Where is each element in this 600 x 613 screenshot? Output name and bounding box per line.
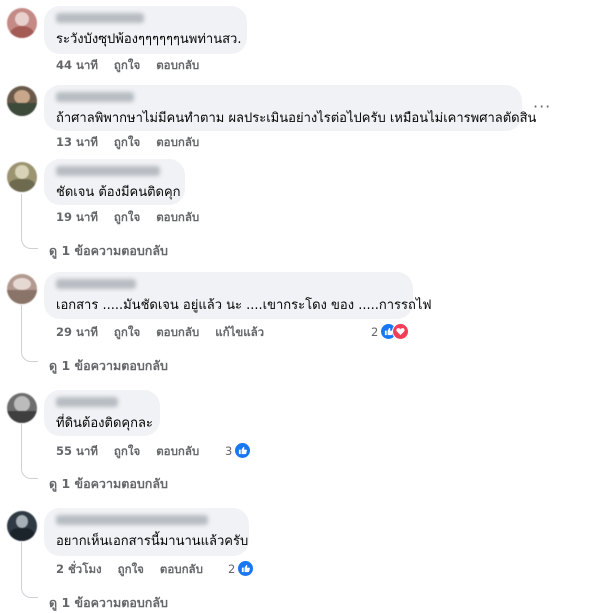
thread-line bbox=[21, 194, 38, 249]
comment-actions: 13 นาที ถูกใจ ตอบกลับ bbox=[56, 134, 215, 152]
comment-actions: 44 นาที ถูกใจ ตอบกลับ bbox=[56, 57, 215, 75]
comment-actions: 29 นาที ถูกใจ ตอบกลับ แก้ไขแล้ว bbox=[56, 324, 280, 342]
reply-button[interactable]: ตอบกลับ bbox=[156, 209, 199, 227]
comment-text: ถ้าศาลพิพากษาไม่มีคนทำตาม ผลประเมินอย่าง… bbox=[56, 111, 537, 126]
reply-button[interactable]: ตอบกลับ bbox=[156, 324, 199, 342]
comment-bubble: ระวังบังซุปพ้องๆๆๆๆๆๆนพท่านสว. bbox=[44, 6, 247, 54]
reaction-count: 3 bbox=[225, 443, 233, 458]
timestamp-link[interactable]: 29 นาที bbox=[56, 324, 98, 342]
like-button[interactable]: ถูกใจ bbox=[114, 134, 140, 152]
author-name-blurred[interactable] bbox=[56, 166, 160, 176]
avatar[interactable] bbox=[7, 8, 37, 38]
avatar[interactable] bbox=[7, 274, 37, 304]
comment-actions: 2 ชั่วโมง ถูกใจ ตอบกลับ bbox=[56, 561, 219, 579]
avatar[interactable] bbox=[7, 86, 37, 116]
comment-bubble: อยากเห็นเอกสารนี้มานานแล้วครับ bbox=[44, 508, 249, 556]
avatar[interactable] bbox=[7, 162, 37, 192]
like-button[interactable]: ถูกใจ bbox=[114, 443, 140, 461]
comment-text: ที่ดินต้องติดคุกละ bbox=[56, 416, 153, 431]
author-name-blurred[interactable] bbox=[56, 515, 208, 525]
comment-bubble: ชัดเจน ต้องมีคนติดคุก bbox=[44, 159, 185, 205]
author-name-blurred[interactable] bbox=[56, 13, 144, 23]
timestamp-link[interactable]: 19 นาที bbox=[56, 209, 98, 227]
reaction-summary[interactable]: 3 bbox=[225, 442, 252, 459]
edited-label[interactable]: แก้ไขแล้ว bbox=[215, 324, 264, 342]
like-button[interactable]: ถูกใจ bbox=[114, 57, 140, 75]
like-icon bbox=[237, 560, 255, 577]
thread-line bbox=[21, 305, 38, 362]
reaction-count: 2 bbox=[371, 324, 379, 339]
comment-text: ชัดเจน ต้องมีคนติดคุก bbox=[56, 185, 181, 200]
reaction-summary[interactable]: 2 bbox=[371, 323, 410, 340]
like-button[interactable]: ถูกใจ bbox=[114, 324, 140, 342]
comment-bubble: ที่ดินต้องติดคุกละ bbox=[44, 390, 160, 436]
reply-button[interactable]: ตอบกลับ bbox=[160, 561, 203, 579]
view-replies-link[interactable]: ดู 1 ข้อความตอบกลับ bbox=[49, 356, 168, 376]
more-options-icon[interactable]: ··· bbox=[533, 97, 551, 116]
avatar[interactable] bbox=[7, 511, 37, 541]
view-replies-link[interactable]: ดู 1 ข้อความตอบกลับ bbox=[49, 474, 168, 494]
author-name-blurred[interactable] bbox=[56, 92, 134, 102]
reaction-summary[interactable]: 2 bbox=[228, 560, 255, 577]
author-name-blurred[interactable] bbox=[56, 279, 136, 289]
comment-actions: 19 นาที ถูกใจ ตอบกลับ bbox=[56, 209, 215, 227]
comment-text: เอกสาร .....มันชัดเจน อยู่แล้ว นะ ....เข… bbox=[56, 298, 432, 313]
avatar[interactable] bbox=[7, 393, 37, 423]
comment-text: อยากเห็นเอกสารนี้มานานแล้วครับ bbox=[56, 534, 249, 549]
reply-button[interactable]: ตอบกลับ bbox=[156, 443, 199, 461]
like-button[interactable]: ถูกใจ bbox=[118, 561, 144, 579]
comment-bubble: ถ้าศาลพิพากษาไม่มีคนทำตาม ผลประเมินอย่าง… bbox=[44, 85, 537, 131]
timestamp-link[interactable]: 2 ชั่วโมง bbox=[56, 561, 102, 579]
love-icon bbox=[392, 323, 410, 340]
view-replies-link[interactable]: ดู 1 ข้อความตอบกลับ bbox=[49, 593, 168, 613]
view-replies-link[interactable]: ดู 1 ข้อความตอบกลับ bbox=[49, 241, 168, 261]
timestamp-link[interactable]: 13 นาที bbox=[56, 134, 98, 152]
author-name-blurred[interactable] bbox=[56, 397, 118, 407]
reply-button[interactable]: ตอบกลับ bbox=[156, 134, 199, 152]
comment-text: ระวังบังซุปพ้องๆๆๆๆๆๆนพท่านสว. bbox=[56, 32, 242, 47]
comment-actions: 55 นาที ถูกใจ ตอบกลับ bbox=[56, 443, 215, 461]
comment-bubble: เอกสาร .....มันชัดเจน อยู่แล้ว นะ ....เข… bbox=[44, 272, 432, 319]
thread-line bbox=[21, 424, 38, 479]
timestamp-link[interactable]: 44 นาที bbox=[56, 57, 98, 75]
like-button[interactable]: ถูกใจ bbox=[114, 209, 140, 227]
thread-line bbox=[21, 542, 38, 598]
timestamp-link[interactable]: 55 นาที bbox=[56, 443, 98, 461]
reply-button[interactable]: ตอบกลับ bbox=[156, 57, 199, 75]
reaction-count: 2 bbox=[228, 561, 236, 576]
like-icon bbox=[234, 442, 252, 459]
